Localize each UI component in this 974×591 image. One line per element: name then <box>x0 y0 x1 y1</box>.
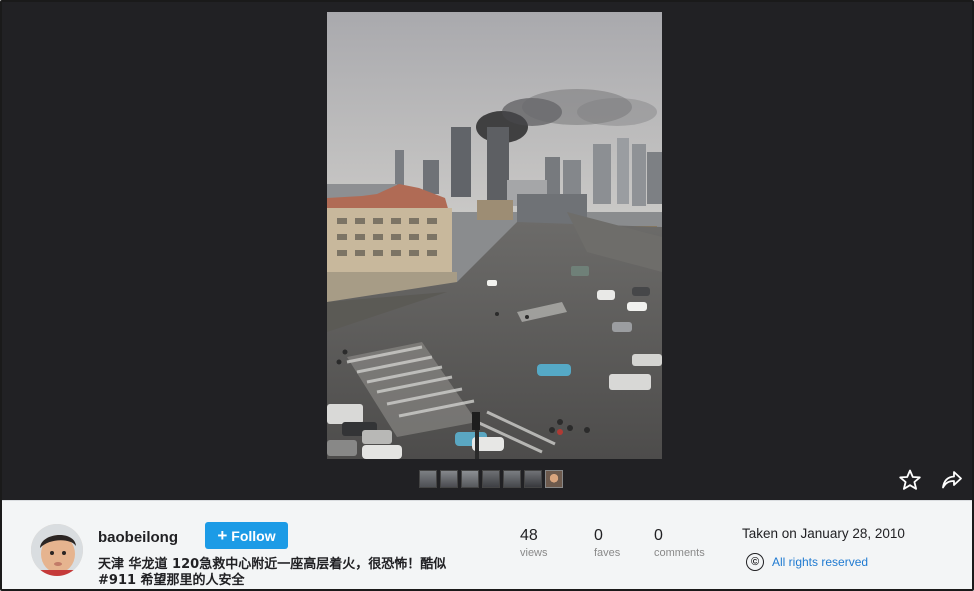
faves-label: faves <box>594 547 621 559</box>
photo-page: baobeilong + Follow 天津 华龙道 120急救中心附近一座高层… <box>0 0 974 591</box>
copyright-icon: © <box>746 553 764 571</box>
license-text[interactable]: All rights reserved <box>772 555 868 569</box>
thumbnail[interactable] <box>440 470 458 488</box>
divider <box>742 589 930 590</box>
photo-description: 天津 华龙道 120急救中心附近一座高层着火，很恐怖！酷似#911 希望那里的人… <box>98 557 447 588</box>
thumbnail[interactable] <box>461 470 479 488</box>
photo-image <box>327 12 662 459</box>
thumbnail[interactable] <box>503 470 521 488</box>
owner-username[interactable]: baobeilong <box>98 529 178 546</box>
photo-viewer <box>2 2 972 500</box>
share-arrow-icon[interactable] <box>940 468 964 492</box>
views-stat: 48 views <box>520 527 548 559</box>
follow-button[interactable]: + Follow <box>205 522 288 549</box>
main-photo[interactable] <box>327 12 662 459</box>
date-taken[interactable]: Taken on January 28, 2010 <box>742 526 905 541</box>
comments-label: comments <box>654 547 705 559</box>
thumbnail[interactable] <box>545 470 563 488</box>
license-link[interactable]: © All rights reserved <box>746 553 868 571</box>
thumbnail[interactable] <box>419 470 437 488</box>
thumbnail[interactable] <box>482 470 500 488</box>
avatar[interactable] <box>31 524 83 576</box>
views-label: views <box>520 547 548 559</box>
faves-stat: 0 faves <box>594 527 620 559</box>
plus-icon: + <box>217 526 228 545</box>
thumbnail[interactable] <box>524 470 542 488</box>
photo-thumbnail-strip <box>419 470 563 488</box>
photo-info-bar: baobeilong + Follow 天津 华龙道 120急救中心附近一座高层… <box>2 500 972 589</box>
star-icon[interactable] <box>898 468 922 492</box>
views-count: 48 <box>520 527 538 544</box>
comments-stat: 0 comments <box>654 527 705 559</box>
comments-count: 0 <box>654 527 663 544</box>
follow-label: Follow <box>231 527 276 544</box>
faves-count: 0 <box>594 527 603 544</box>
